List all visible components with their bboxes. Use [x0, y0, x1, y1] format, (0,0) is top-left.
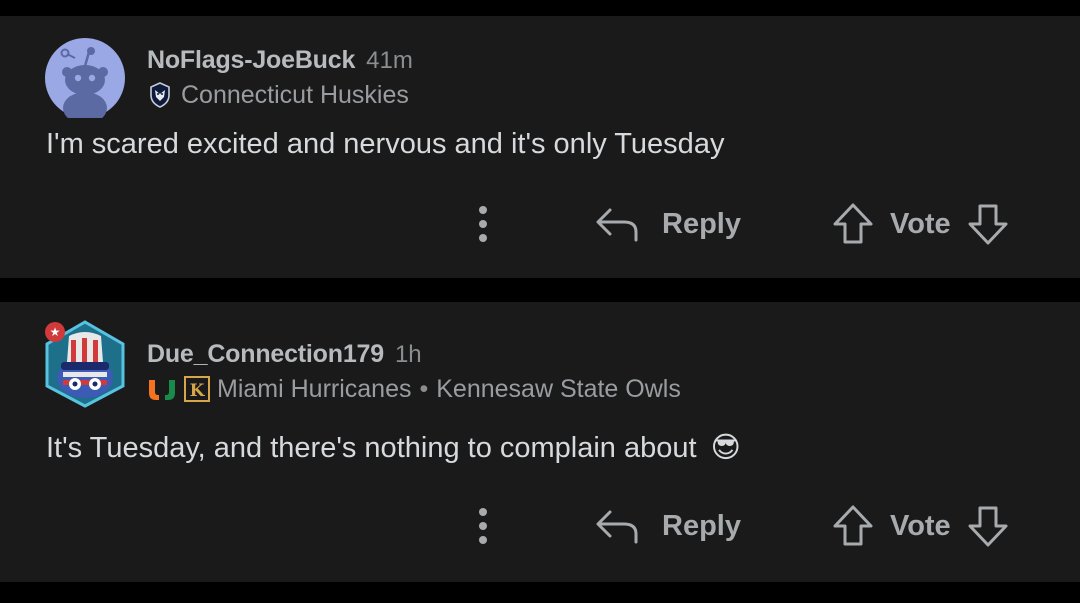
more-options-button[interactable]	[466, 504, 500, 548]
comment-meta: Due_Connection179 1h K Miami Hurricanes	[147, 340, 681, 405]
vote-group: Vote	[832, 502, 1009, 550]
upvote-arrow-icon[interactable]	[832, 202, 874, 246]
vote-group: Vote	[832, 200, 1009, 248]
uconn-husky-flair-icon	[147, 81, 173, 109]
kennesaw-ks-flair-icon: K	[183, 375, 211, 403]
flair-label: Kennesaw State Owls	[436, 374, 681, 403]
reply-button[interactable]: Reply	[594, 200, 741, 248]
avatar[interactable]	[45, 38, 125, 124]
vote-label: Vote	[890, 509, 951, 542]
flair-separator: •	[419, 374, 429, 403]
comment-actions: Reply Vote	[0, 496, 1080, 556]
uncle-sam-avatar-icon: ★	[45, 320, 125, 408]
avatar[interactable]: ★	[45, 320, 125, 408]
sunglasses-emoji-icon: 😎	[710, 432, 741, 464]
comment-meta: NoFlags-JoeBuck 41m Connecticut Huskies	[147, 46, 413, 111]
svg-text:★: ★	[50, 325, 61, 339]
comment-feed: NoFlags-JoeBuck 41m Connecticut Huskies …	[0, 0, 1080, 603]
snoo-avatar-icon	[45, 38, 125, 124]
timestamp: 41m	[366, 47, 413, 74]
timestamp: 1h	[394, 341, 422, 368]
reply-arrow-icon	[596, 510, 638, 544]
upvote-arrow-icon[interactable]	[832, 504, 874, 548]
reply-label: Reply	[662, 207, 741, 240]
comment-body-text: It's Tuesday, and there's nothing to com…	[46, 432, 697, 464]
flair-label: Miami Hurricanes	[217, 374, 412, 403]
flair-label: Connecticut Huskies	[181, 80, 409, 109]
comment-body: It's Tuesday, and there's nothing to com…	[46, 430, 741, 465]
reply-arrow-icon	[596, 208, 638, 242]
username[interactable]: NoFlags-JoeBuck	[147, 46, 355, 75]
comment-body: I'm scared excited and nervous and it's …	[46, 128, 725, 160]
comment-actions: Reply Vote	[0, 194, 1080, 254]
svg-text:K: K	[190, 381, 206, 401]
more-options-button[interactable]	[466, 202, 500, 246]
comment-card: NoFlags-JoeBuck 41m Connecticut Huskies …	[0, 16, 1080, 278]
more-vertical-icon	[479, 206, 487, 242]
username[interactable]: Due_Connection179	[147, 340, 384, 369]
miami-u-flair-icon	[147, 378, 177, 400]
reply-button[interactable]: Reply	[594, 502, 741, 550]
downvote-arrow-icon[interactable]	[967, 202, 1009, 246]
comment-card: ★ Due_Connection179 1h K Miami Hurricane…	[0, 302, 1080, 582]
reply-label: Reply	[662, 509, 741, 542]
downvote-arrow-icon[interactable]	[967, 504, 1009, 548]
more-vertical-icon	[479, 508, 487, 544]
vote-label: Vote	[890, 207, 951, 240]
